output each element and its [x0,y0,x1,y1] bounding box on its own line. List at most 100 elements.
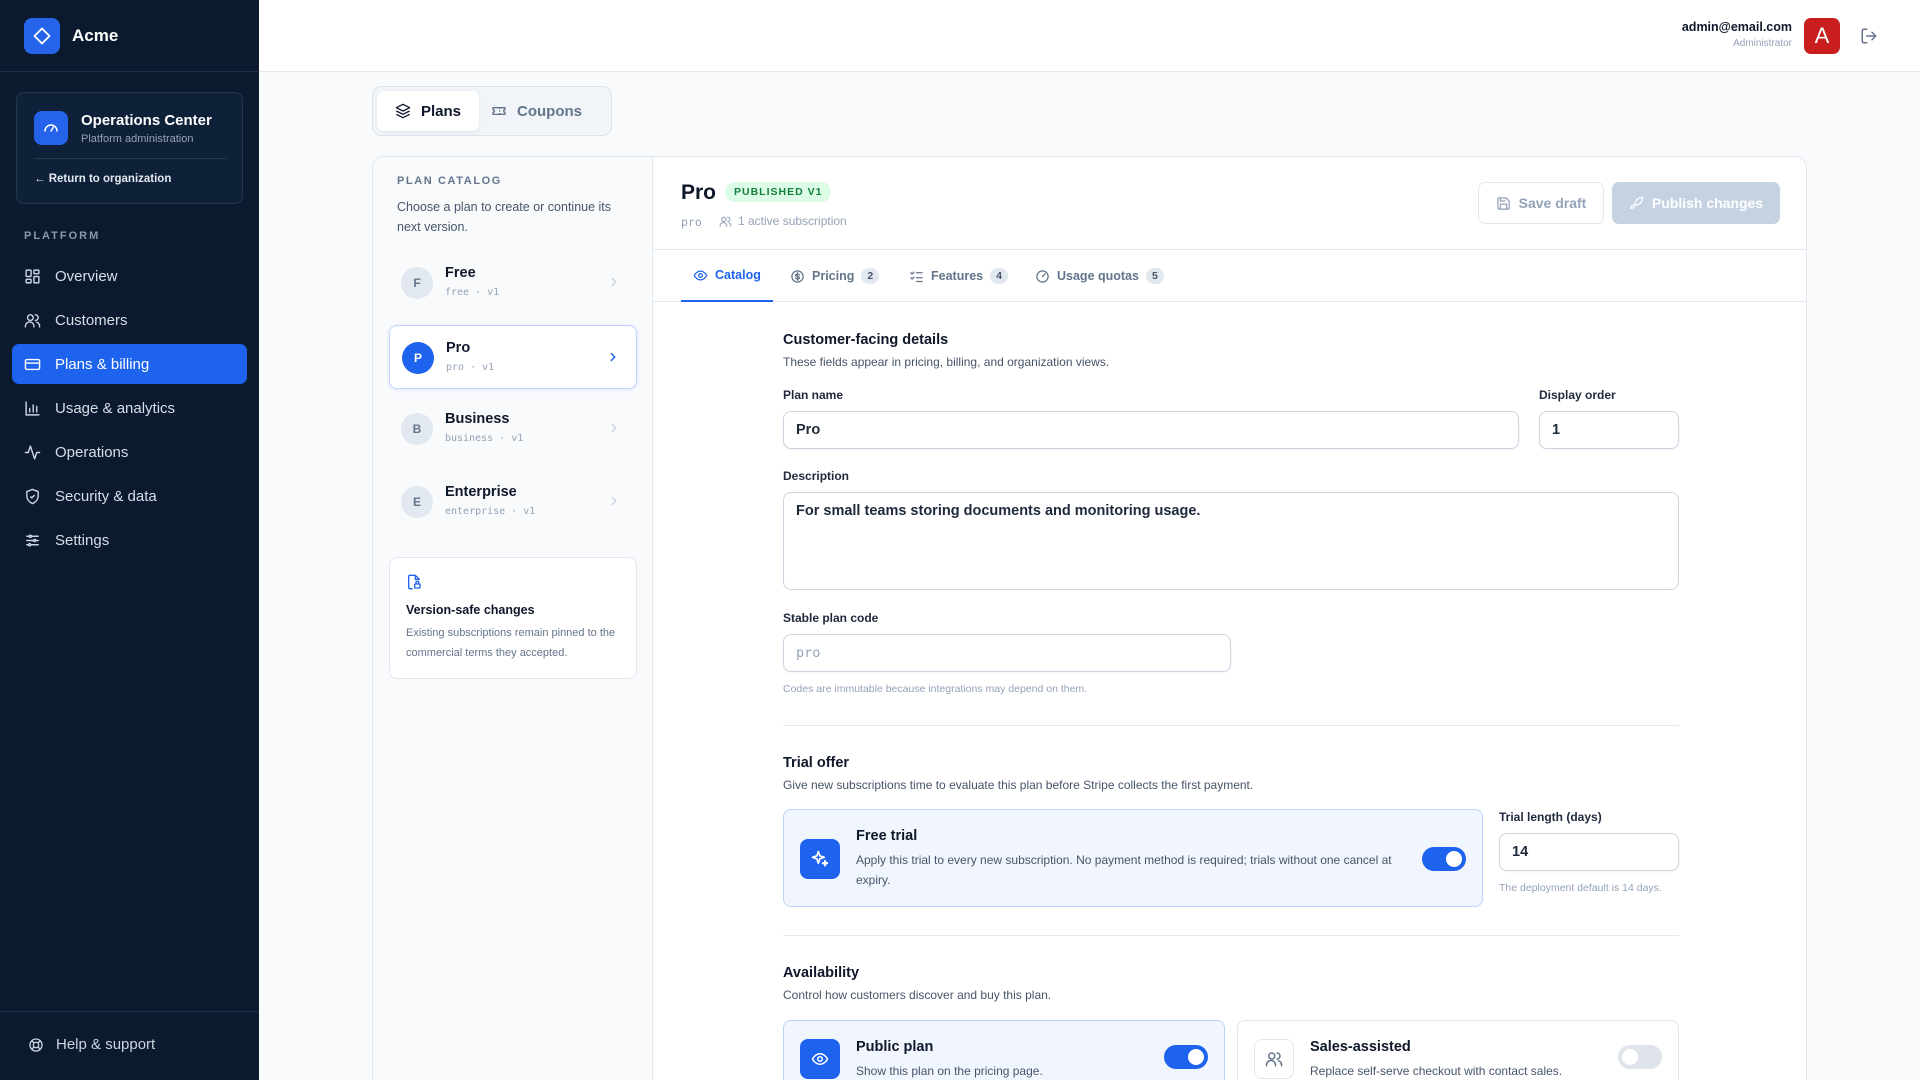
sales-assisted-description: Replace self-serve checkout with contact… [1310,1064,1563,1078]
divider [34,158,226,159]
user-role: Administrator [1733,38,1792,49]
catalog-label: PLAN CATALOG [397,175,502,187]
plan-code: pro · v1 [446,362,495,373]
description-label: Description [783,469,850,483]
return-to-organization-link[interactable]: ← Return to organization [34,173,171,185]
plan-item-free[interactable]: F Free free · v1 [389,251,637,315]
trial-length-input[interactable]: 14 [1499,833,1679,871]
section-title-availability: Availability [783,965,860,981]
rocket-icon [1630,196,1644,209]
description-textarea[interactable]: For small teams storing documents and mo… [783,492,1679,590]
sidebar-item-security-data[interactable]: Security & data [12,476,247,516]
sidebar-item-customers[interactable]: Customers [12,300,247,340]
sidebar-item-label: Usage & analytics [55,399,176,417]
version-safe-card: Version-safe changes Existing subscripti… [389,557,637,679]
public-plan-toggle[interactable] [1164,1045,1208,1069]
plan-item-pro[interactable]: P Pro pro · v1 [389,325,637,389]
sidebar-item-label: Operations [55,443,129,461]
tab-pricing[interactable]: Pricing 2 [790,250,880,302]
public-plan-description: Show this plan on the pricing page. [856,1064,1043,1078]
eye-icon [800,1039,840,1079]
users-icon [719,216,732,227]
plan-initial: B [401,413,433,445]
help-support-link[interactable]: Help & support [28,1036,155,1053]
section-title-details: Customer-facing details [783,332,949,348]
sidebar-item-label: Settings [55,531,110,549]
avatar[interactable]: A [1804,18,1840,54]
plan-code: free · v1 [445,287,500,298]
save-draft-button[interactable]: Save draft [1478,182,1604,224]
trial-length-label: Trial length (days) [1499,810,1602,824]
users-icon [24,313,41,328]
credit-card-icon [24,358,41,370]
button-label: Publish changes [1651,195,1764,211]
plan-name-input[interactable]: Pro [783,411,1519,449]
topbar: admin@email.com Administrator [259,0,1920,72]
sidebar-item-usage-analytics[interactable]: Usage & analytics [12,388,247,428]
sidebar-item-settings[interactable]: Settings [12,520,247,560]
toggle-knob [1446,851,1462,867]
user-email: admin@email.com [1681,20,1792,34]
plan-title: Pro [681,181,717,204]
brand-name: Acme [72,26,119,45]
eye-icon [693,269,708,281]
plan-code: enterprise · v1 [445,506,536,517]
save-icon [1496,196,1510,210]
shield-icon [26,488,39,504]
brand[interactable]: Acme [24,18,118,54]
logout-icon[interactable] [1860,27,1878,45]
public-plan-title: Public plan [856,1039,934,1055]
free-trial-option: Free trial Apply this trial to every new… [783,809,1483,907]
logo-icon [24,18,60,54]
divider [783,935,1679,936]
gauge-icon [34,111,68,145]
tab-usage-quotas[interactable]: Usage quotas 5 [1035,250,1164,302]
grid-icon [25,268,40,284]
plan-code-hint: Codes are immutable because integrations… [783,683,1088,695]
tab-label: Pricing [812,269,855,283]
plan-code-input[interactable]: pro [783,634,1231,672]
sidebar-item-operations[interactable]: Operations [12,432,247,472]
tab-coupons[interactable]: Coupons [473,91,600,131]
catalog-description: Choose a plan to create or continue its … [397,200,612,234]
tab-label: Coupons [517,102,582,120]
display-order-input[interactable]: 1 [1539,411,1679,449]
sales-assisted-toggle[interactable] [1618,1045,1662,1069]
divider [0,71,259,72]
tab-label: Catalog [715,268,761,282]
ops-title: Operations Center [81,112,212,129]
plan-initial: F [401,267,433,299]
editor-tabs: Catalog Pricing 2 Features 4 Usage quota… [653,249,1806,302]
plan-code-label: Stable plan code [783,611,879,625]
layers-icon [395,103,411,119]
publish-changes-button[interactable]: Publish changes [1612,182,1780,224]
plan-name-label: Plan name [783,388,844,402]
button-label: Save draft [1518,195,1587,211]
plan-editor: Pro PUBLISHED V1 pro 1 active subscripti… [653,157,1806,1080]
sidebar-item-plans-billing[interactable]: Plans & billing [12,344,247,384]
plan-code: business · v1 [445,433,524,444]
free-trial-title: Free trial [856,828,918,844]
dollar-icon [791,269,804,283]
list-checks-icon [910,271,923,282]
plan-item-business[interactable]: B Business business · v1 [389,397,637,461]
free-trial-toggle[interactable] [1422,847,1466,871]
plans-coupons-tabs: Plans Coupons [372,86,612,136]
subscription-label: 1 active subscription [738,214,847,228]
plan-name: Free [445,265,476,281]
plan-item-enterprise[interactable]: E Enterprise enterprise · v1 [389,470,637,534]
tab-catalog[interactable]: Catalog [681,250,773,302]
status-badge: PUBLISHED V1 [725,182,832,202]
plan-initial: E [401,486,433,518]
ticket-icon [492,107,506,115]
plan-initial: P [402,342,434,374]
public-plan-option: Public plan Show this plan on the pricin… [783,1020,1225,1080]
sidebar-item-overview[interactable]: Overview [12,256,247,296]
sidebar-item-label: Overview [55,267,118,285]
users-icon [1254,1039,1294,1079]
chevron-right-icon [611,277,617,287]
sidebar: Acme Operations Center Platform administ… [0,0,259,1080]
toggle-knob [1188,1049,1204,1065]
tab-plans[interactable]: Plans [377,91,480,131]
tab-features[interactable]: Features 4 [909,250,1008,302]
